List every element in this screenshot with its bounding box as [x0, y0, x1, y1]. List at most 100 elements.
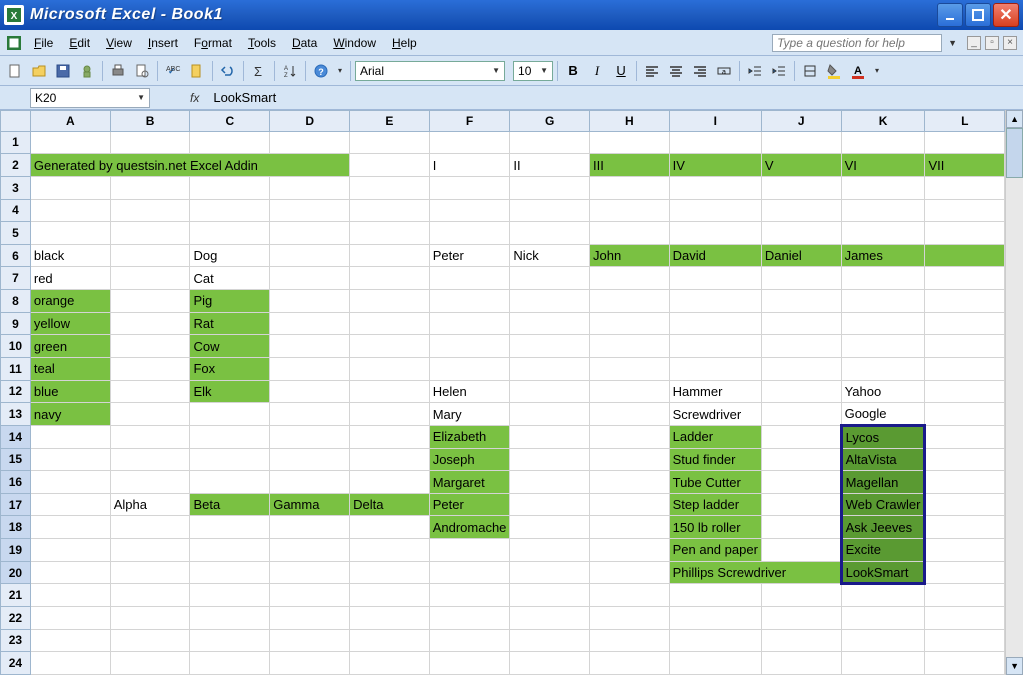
row-header-8[interactable]: 8 [1, 290, 31, 313]
help-dropdown-icon[interactable]: ▼ [948, 38, 957, 48]
cell-J23[interactable] [761, 629, 841, 652]
name-box[interactable]: K20▼ [30, 88, 150, 108]
cell-G6[interactable]: Nick [510, 244, 590, 267]
cell-B23[interactable] [110, 629, 190, 652]
fill-color-icon[interactable] [823, 60, 845, 82]
menu-view[interactable]: View [98, 34, 140, 52]
cell-E7[interactable] [350, 267, 430, 290]
cell-K9[interactable] [841, 312, 925, 335]
cell-F5[interactable] [429, 222, 510, 245]
cell-B13[interactable] [110, 403, 190, 426]
cell-B5[interactable] [110, 222, 190, 245]
cell-B9[interactable] [110, 312, 190, 335]
cell-I16[interactable]: Tube Cutter [669, 471, 761, 494]
bold-icon[interactable]: B [562, 60, 584, 82]
cell-E3[interactable] [350, 176, 430, 199]
menu-edit[interactable]: Edit [61, 34, 98, 52]
cell-F3[interactable] [429, 176, 510, 199]
cell-E10[interactable] [350, 335, 430, 358]
cell-D10[interactable] [270, 335, 350, 358]
cell-J3[interactable] [761, 176, 841, 199]
cell-G12[interactable] [510, 380, 590, 403]
cell-E16[interactable] [350, 471, 430, 494]
cell-K4[interactable] [841, 199, 925, 222]
cell-B7[interactable] [110, 267, 190, 290]
col-header-B[interactable]: B [110, 111, 190, 132]
merge-center-icon[interactable]: a [713, 60, 735, 82]
cell-J14[interactable] [761, 425, 841, 448]
cell-K22[interactable] [841, 607, 925, 630]
row-header-5[interactable]: 5 [1, 222, 31, 245]
cell-D15[interactable] [270, 448, 350, 471]
cell-I9[interactable] [669, 312, 761, 335]
cell-L23[interactable] [925, 629, 1005, 652]
cell-F11[interactable] [429, 357, 510, 380]
cell-E18[interactable] [350, 516, 430, 539]
cell-F23[interactable] [429, 629, 510, 652]
col-header-D[interactable]: D [270, 111, 350, 132]
cell-D7[interactable] [270, 267, 350, 290]
cell-E9[interactable] [350, 312, 430, 335]
cell-L8[interactable] [925, 290, 1005, 313]
row-header-7[interactable]: 7 [1, 267, 31, 290]
cell-B19[interactable] [110, 539, 190, 562]
new-icon[interactable] [4, 60, 26, 82]
menu-insert[interactable]: Insert [140, 34, 186, 52]
col-header-K[interactable]: K [841, 111, 925, 132]
cell-H22[interactable] [590, 607, 670, 630]
cell-I15[interactable]: Stud finder [669, 448, 761, 471]
cell-F12[interactable]: Helen [429, 380, 510, 403]
cell-I3[interactable] [669, 176, 761, 199]
cell-C15[interactable] [190, 448, 270, 471]
cell-D8[interactable] [270, 290, 350, 313]
cell-L5[interactable] [925, 222, 1005, 245]
cell-D16[interactable] [270, 471, 350, 494]
inner-close-button[interactable]: × [1003, 36, 1017, 50]
cell-I20[interactable]: Phillips Screwdriver [669, 561, 841, 584]
inner-restore-button[interactable]: ▫ [985, 36, 999, 50]
cell-D17[interactable]: Gamma [270, 493, 350, 516]
cell-C17[interactable]: Beta [190, 493, 270, 516]
cell-G8[interactable] [510, 290, 590, 313]
cell-H18[interactable] [590, 516, 670, 539]
decrease-indent-icon[interactable] [744, 60, 766, 82]
cell-F4[interactable] [429, 199, 510, 222]
cell-D5[interactable] [270, 222, 350, 245]
cell-H20[interactable] [590, 561, 670, 584]
cell-A5[interactable] [30, 222, 110, 245]
cell-J18[interactable] [761, 516, 841, 539]
cell-G10[interactable] [510, 335, 590, 358]
cell-F9[interactable] [429, 312, 510, 335]
cell-A3[interactable] [30, 176, 110, 199]
cell-H11[interactable] [590, 357, 670, 380]
cell-J1[interactable] [761, 131, 841, 154]
cell-D9[interactable] [270, 312, 350, 335]
cell-G2[interactable]: II [510, 154, 590, 177]
cell-L24[interactable] [925, 652, 1005, 675]
cell-J17[interactable] [761, 493, 841, 516]
cell-A22[interactable] [30, 607, 110, 630]
cell-K6[interactable]: James [841, 244, 925, 267]
cell-I2[interactable]: IV [669, 154, 761, 177]
cell-A4[interactable] [30, 199, 110, 222]
cell-K3[interactable] [841, 176, 925, 199]
cell-E21[interactable] [350, 584, 430, 607]
row-header-1[interactable]: 1 [1, 131, 31, 154]
cell-F21[interactable] [429, 584, 510, 607]
cell-A12[interactable]: blue [30, 380, 110, 403]
cell-E5[interactable] [350, 222, 430, 245]
cell-G3[interactable] [510, 176, 590, 199]
research-icon[interactable] [186, 60, 208, 82]
menu-file[interactable]: File [26, 34, 61, 52]
cell-H3[interactable] [590, 176, 670, 199]
cell-B24[interactable] [110, 652, 190, 675]
italic-icon[interactable]: I [586, 60, 608, 82]
cell-C8[interactable]: Pig [190, 290, 270, 313]
cell-C13[interactable] [190, 403, 270, 426]
col-header-G[interactable]: G [510, 111, 590, 132]
cell-D22[interactable] [270, 607, 350, 630]
cell-B3[interactable] [110, 176, 190, 199]
font-color-icon[interactable]: A [847, 60, 869, 82]
cell-K18[interactable]: Ask Jeeves [841, 516, 925, 539]
cell-J5[interactable] [761, 222, 841, 245]
